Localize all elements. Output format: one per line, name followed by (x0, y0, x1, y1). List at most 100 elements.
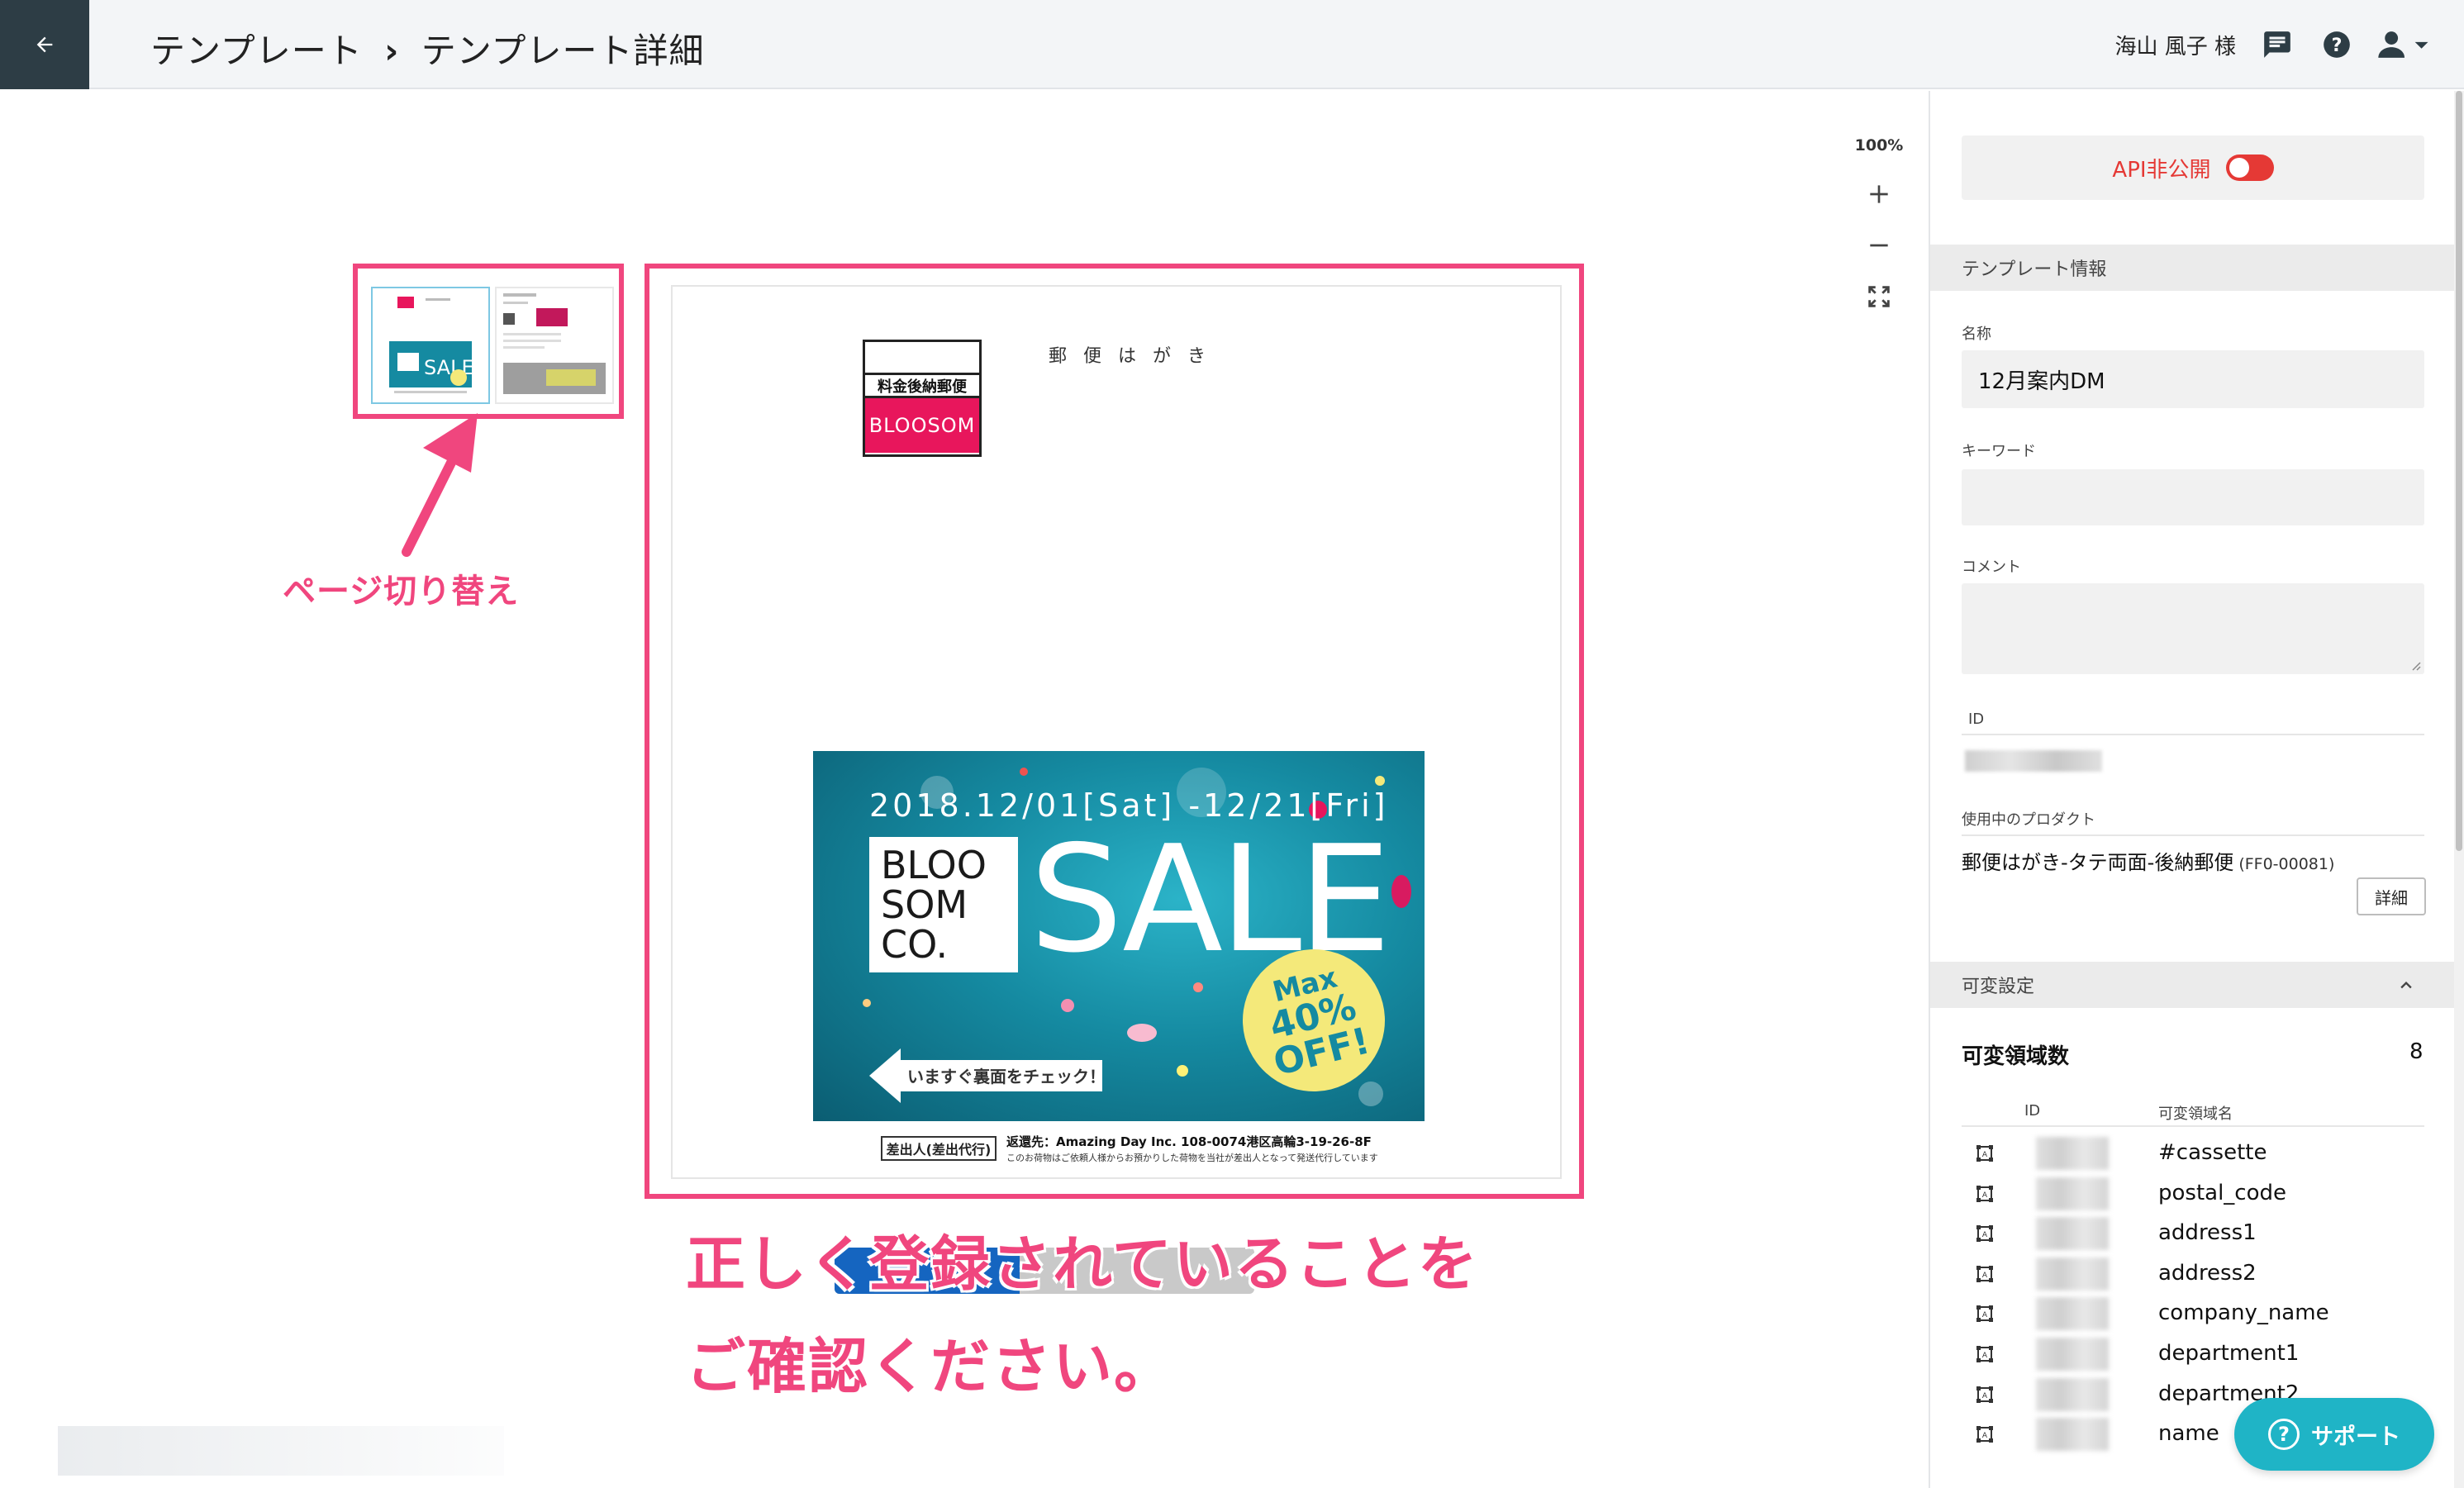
column-header-id: ID (2024, 1102, 2041, 1120)
page-thumbnail-2[interactable] (495, 287, 614, 404)
help-icon[interactable]: ? (2319, 26, 2355, 63)
message-icon[interactable] (2259, 26, 2295, 63)
sender-return-address: 返還先：Amazing Day Inc. 108-0074港区高輪3-19-26… (1006, 1134, 1372, 1149)
variable-name: postal_code (2158, 1180, 2287, 1205)
postcard-heading: 郵便はがき (1049, 346, 1223, 367)
zoom-in-button[interactable] (1856, 171, 1902, 217)
help-circle-icon: ? (2268, 1419, 2300, 1450)
section-variable-settings[interactable]: 可変設定 (1930, 962, 2454, 1008)
name-field[interactable]: 12月案内DM (1962, 350, 2424, 408)
variable-count-label: 可変領域数 (1962, 1044, 2070, 1069)
variable-id-redacted (2036, 1177, 2109, 1210)
user-name: 海山 風子 様 (2114, 34, 2236, 59)
svg-text:A: A (1982, 1272, 1988, 1280)
banner-logo: BLOO SOM CO. (869, 837, 1018, 972)
zoom-controls: 100% (1851, 136, 1907, 325)
variable-area-icon[interactable]: A (1975, 1264, 1995, 1284)
variable-area-icon[interactable]: A (1975, 1344, 1995, 1364)
postcard-highlight: 料金後納郵便 BLOOSOM 郵便はがき 2018.12/01[Sat] -12… (645, 264, 1584, 1199)
variable-count: 8 (2409, 1039, 2424, 1064)
svg-text:A: A (1982, 1432, 1988, 1440)
breadcrumb-current: テンプレート詳細 (421, 31, 705, 71)
variable-name: name (2158, 1421, 2219, 1447)
banner-cta: いますぐ裏面をチェック！ (869, 1048, 1106, 1103)
product-detail-button[interactable]: 詳細 (2357, 877, 2426, 915)
svg-text:A: A (1982, 1392, 1988, 1400)
blurred-footer (58, 1426, 504, 1476)
variable-row[interactable]: Adepartment1 (1962, 1334, 2424, 1374)
variable-id-redacted (2036, 1338, 2109, 1371)
variable-row[interactable]: Aaddress2 (1962, 1254, 2424, 1294)
keyword-label: キーワード (1962, 443, 2036, 460)
product-label: 使用中のプロダクト (1962, 811, 2095, 829)
page-thumbnail-1[interactable]: SALE (371, 287, 490, 404)
id-label: ID (1968, 711, 1985, 728)
variable-id-redacted (2036, 1418, 2109, 1452)
comment-field[interactable] (1962, 583, 2424, 674)
resize-grip-icon (2412, 662, 2421, 671)
variable-area-icon[interactable]: A (1975, 1304, 1995, 1324)
plus-icon (1870, 185, 1888, 203)
variable-row[interactable]: A #cassette (1962, 1134, 2424, 1173)
column-header-name: 可変領域名 (2158, 1105, 2233, 1123)
banner-cta-text: いますぐ裏面をチェック！ (907, 1067, 1106, 1086)
fit-screen-button[interactable] (1856, 273, 1902, 320)
variable-row[interactable]: Aaddress1 (1962, 1214, 2424, 1253)
api-visibility-label: API非公開 (2112, 157, 2211, 183)
variable-id-redacted (2036, 1137, 2109, 1170)
sender-note: このお荷物はご依頼人様からお預かりした荷物を当社が差出人となって発送代行していま… (1006, 1153, 1378, 1163)
variable-area-icon[interactable]: A (1975, 1184, 1995, 1204)
template-detail-panel: API非公開 テンプレート情報 名称 12月案内DM キーワード コメント ID… (1929, 91, 2454, 1488)
template-id-redacted (1965, 750, 2102, 772)
section-template-info: テンプレート情報 (1930, 245, 2454, 291)
zoom-level: 100% (1854, 136, 1904, 155)
page-switch-annotation: ページ切り替え (283, 573, 520, 611)
arrow-left-icon (36, 36, 53, 53)
postmark-brand: BLOOSOM (865, 398, 979, 453)
breadcrumb: テンプレート › テンプレート詳細 (150, 23, 705, 74)
fullscreen-icon (1868, 286, 1890, 307)
variable-name: department1 (2158, 1341, 2300, 1366)
panel-scrollbar[interactable] (2454, 91, 2464, 1488)
variable-area-icon[interactable]: A (1975, 1224, 1995, 1243)
postmark-stamp: 料金後納郵便 BLOOSOM (863, 340, 982, 457)
variable-name: #cassette (2158, 1140, 2267, 1165)
api-visibility-toggle[interactable]: API非公開 (1962, 135, 2424, 200)
back-button[interactable] (0, 0, 89, 89)
header-actions: 海山 風子 様 ? (2114, 23, 2431, 66)
variable-row[interactable]: Acompany_name (1962, 1294, 2424, 1333)
svg-text:A: A (1982, 1151, 1988, 1159)
variable-id-redacted (2036, 1257, 2109, 1291)
support-button[interactable]: ? サポート (2234, 1398, 2434, 1471)
toggle-switch[interactable] (2225, 155, 2274, 181)
variable-id-redacted (2036, 1217, 2109, 1251)
variable-row[interactable]: Apostal_code (1962, 1174, 2424, 1214)
name-label: 名称 (1962, 326, 1991, 343)
account-menu-icon[interactable] (2378, 26, 2431, 63)
variable-name: company_name (2158, 1300, 2329, 1326)
page-thumbnails-highlight: SALE (353, 264, 624, 419)
zoom-out-button[interactable] (1856, 222, 1902, 269)
variable-area-icon[interactable]: A (1975, 1424, 1995, 1444)
sender-box: 差出人(差出代行) (881, 1136, 997, 1161)
breadcrumb-separator: › (384, 31, 400, 71)
svg-text:?: ? (2332, 35, 2343, 56)
chevron-up-icon (2400, 982, 2412, 989)
app-header: テンプレート › テンプレート詳細 海山 風子 様 ? (0, 0, 2464, 89)
minus-icon (1870, 244, 1888, 247)
variable-area-icon[interactable]: A (1975, 1385, 1995, 1405)
confirm-annotation: 正しく登録されていることを ご確認ください。 (686, 1229, 1479, 1401)
variable-area-icon[interactable]: A (1975, 1143, 1995, 1163)
comment-label: コメント (1962, 559, 2021, 576)
svg-text:A: A (1982, 1311, 1988, 1319)
variable-name: address1 (2158, 1220, 2257, 1246)
variable-id-redacted (2036, 1297, 2109, 1331)
annotation-arrow-icon (402, 413, 478, 557)
svg-text:A: A (1982, 1231, 1988, 1239)
postcard-page: 料金後納郵便 BLOOSOM 郵便はがき 2018.12/01[Sat] -12… (671, 285, 1562, 1179)
sale-banner: 2018.12/01[Sat] -12/21[Fri] BLOO SOM CO.… (813, 751, 1425, 1121)
svg-text:A: A (1982, 1191, 1988, 1200)
keyword-field[interactable] (1962, 469, 2424, 525)
breadcrumb-parent[interactable]: テンプレート (150, 31, 363, 71)
variable-name: address2 (2158, 1260, 2257, 1286)
